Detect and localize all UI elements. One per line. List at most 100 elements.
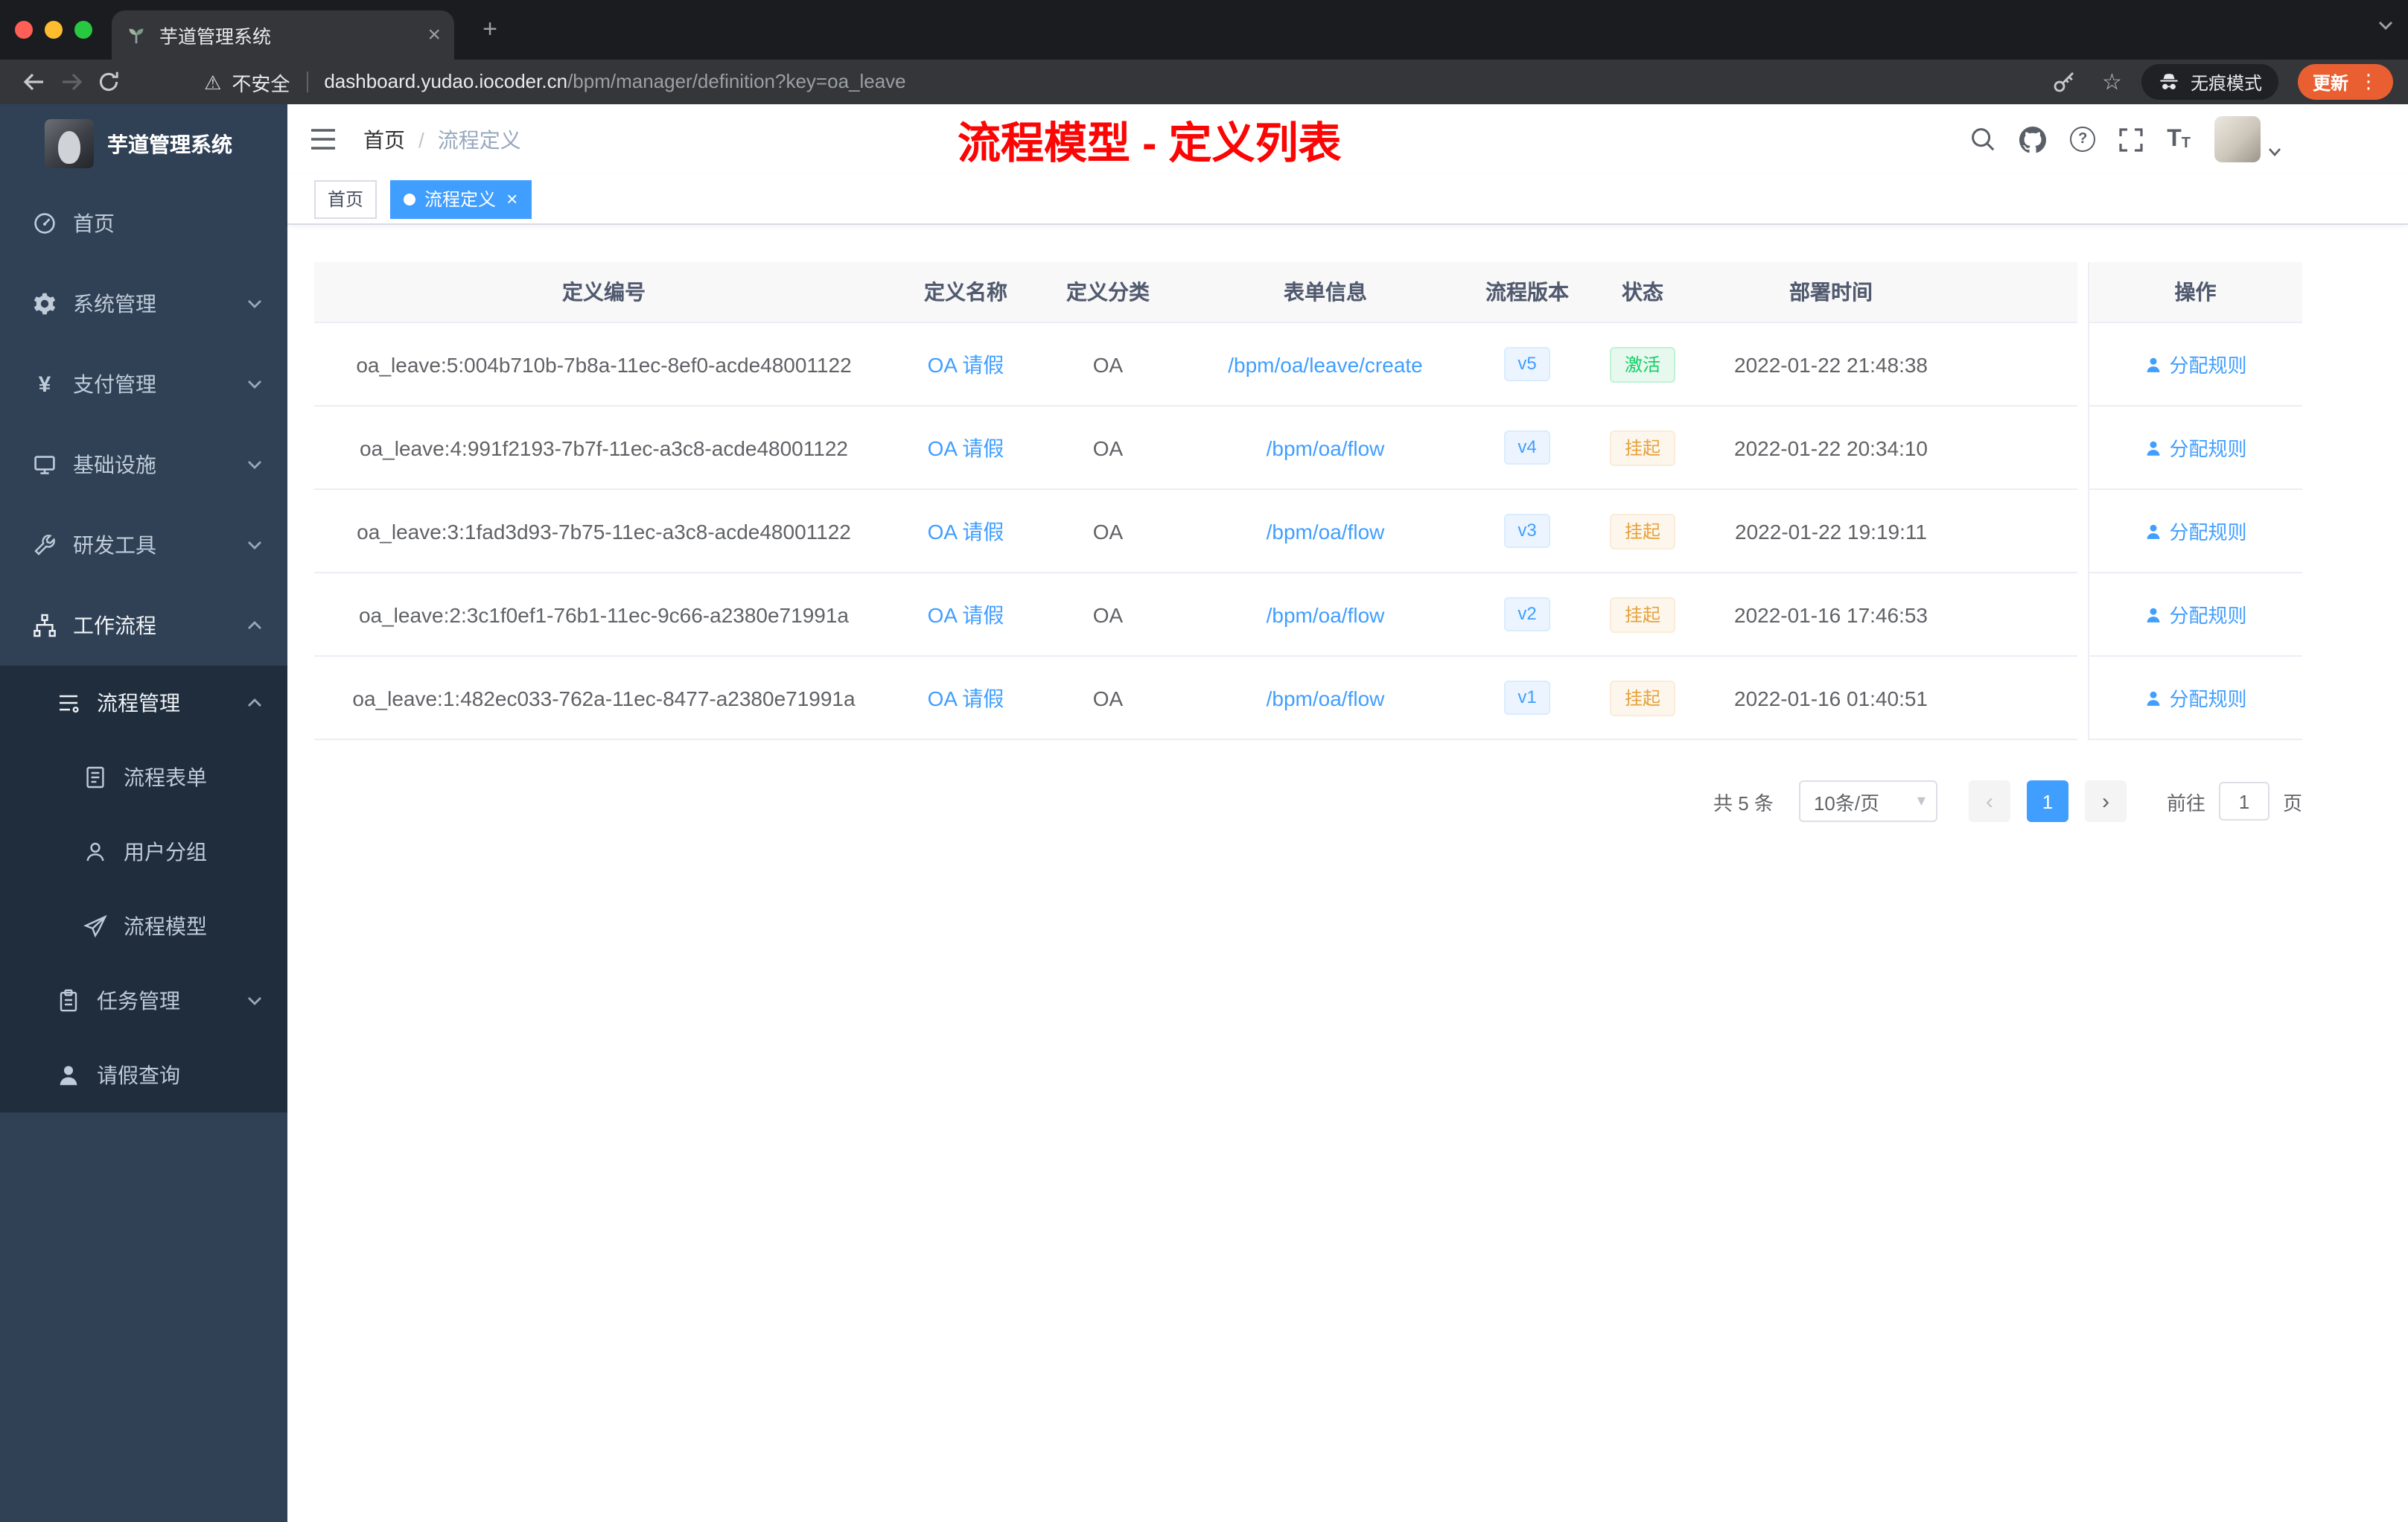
help-icon[interactable]: ? <box>2070 127 2096 152</box>
assign-rule-button[interactable]: 分配规则 <box>2144 350 2247 378</box>
tag-home[interactable]: 首页 <box>314 179 378 218</box>
breadcrumb-home[interactable]: 首页 <box>363 124 405 154</box>
sidebar-item-leave-query[interactable]: 请假查询 <box>0 1038 287 1112</box>
bookmark-star-icon[interactable]: ☆ <box>2102 71 2122 93</box>
form-link[interactable]: /bpm/oa/leave/create <box>1228 352 1423 376</box>
sidebar-item-task-management[interactable]: 任务管理 <box>0 964 287 1038</box>
cell-category: OA <box>1038 656 1178 740</box>
sidebar: 芋道管理系统 首页 系统管理 ¥ 支付管理 基础设施 研发工具 工作流程 流程管… <box>0 104 287 1522</box>
next-page-button[interactable]: › <box>2084 780 2127 822</box>
table-row: oa_leave:5:004b710b-7b8a-11ec-8ef0-acde4… <box>314 322 2302 407</box>
current-page-button[interactable]: 1 <box>2026 780 2068 822</box>
version-badge: v3 <box>1504 514 1550 548</box>
hamburger-icon[interactable] <box>310 128 337 150</box>
person-icon <box>2146 440 2160 455</box>
url-separator <box>306 71 308 92</box>
breadcrumb-current: 流程定义 <box>437 127 521 151</box>
prev-page-button[interactable]: ‹ <box>1968 780 2010 822</box>
font-size-small-glyph: T <box>2181 135 2191 151</box>
sidebar-item-process-model[interactable]: 流程模型 <box>0 889 287 964</box>
forward-button[interactable] <box>52 64 89 100</box>
tab-close-icon[interactable]: × <box>427 24 441 46</box>
gear-icon <box>34 293 56 315</box>
sidebar-item-payment[interactable]: ¥ 支付管理 <box>0 344 287 424</box>
incognito-icon <box>2160 73 2178 89</box>
new-tab-button[interactable]: + <box>474 13 506 46</box>
clipboard-icon <box>60 989 77 1012</box>
search-icon[interactable] <box>1970 127 1995 152</box>
page-size-value: 10条/页 <box>1813 792 1880 814</box>
goto-page-input[interactable] <box>2218 782 2270 821</box>
cell-deploy-time: 2022-01-16 17:46:53 <box>1704 573 1958 657</box>
update-chip[interactable]: 更新 ⋮ <box>2297 64 2393 100</box>
assign-rule-button[interactable]: 分配规则 <box>2144 517 2247 545</box>
definition-name-link[interactable]: OA 请假 <box>928 436 1004 459</box>
page-size-select[interactable]: 10条/页 ▾ <box>1798 780 1937 822</box>
cell-id: oa_leave:4:991f2193-7b7f-11ec-a3c8-acde4… <box>314 406 894 490</box>
status-badge: 激活 <box>1609 346 1675 382</box>
page-content: 定义编号 定义名称 定义分类 表单信息 流程版本 状态 部署时间 操作 oa_l… <box>287 225 2408 1522</box>
assign-rule-button[interactable]: 分配规则 <box>2144 600 2247 628</box>
avatar[interactable] <box>2214 116 2261 162</box>
key-icon[interactable] <box>2045 64 2083 100</box>
tag-label: 流程定义 <box>424 189 497 210</box>
fullscreen-icon[interactable] <box>2119 127 2143 151</box>
browser-toolbar: ⚠ 不安全 dashboard.yudao.iocoder.cn/bpm/man… <box>0 60 2408 104</box>
tag-close-icon[interactable]: × <box>506 189 517 208</box>
window-chevron-icon[interactable] <box>2377 19 2395 31</box>
assign-rule-button[interactable]: 分配规则 <box>2144 684 2247 712</box>
cell-id: oa_leave:3:1fad3d93-7b75-11ec-a3c8-acde4… <box>314 489 894 573</box>
goto-page: 前往 页 <box>2167 782 2302 821</box>
form-link[interactable]: /bpm/oa/flow <box>1267 436 1385 459</box>
navbar-actions: ? TT <box>1970 116 2386 162</box>
browser-tab[interactable]: 芋道管理系统 × <box>112 10 454 60</box>
chevron-down-icon <box>248 997 261 1005</box>
form-link[interactable]: /bpm/oa/flow <box>1267 686 1385 710</box>
github-icon[interactable] <box>2019 126 2047 153</box>
reload-button[interactable] <box>89 64 127 100</box>
cell-spacer <box>1958 406 2077 490</box>
assign-rule-button[interactable]: 分配规则 <box>2144 433 2247 462</box>
cell-spacer <box>1958 322 2077 407</box>
sidebar-submenu-workflow: 流程管理 流程表单 用户分组 流程模型 任务管理 请假查询 <box>0 666 287 1112</box>
zoom-window-button[interactable] <box>74 21 92 39</box>
back-button[interactable] <box>15 64 52 100</box>
url-text[interactable]: dashboard.yudao.iocoder.cn/bpm/manager/d… <box>324 69 905 95</box>
sidebar-item-process-form[interactable]: 流程表单 <box>0 740 287 815</box>
fixed-column-gap <box>2077 262 2088 322</box>
tag-process-definition[interactable]: 流程定义 × <box>390 179 532 218</box>
sidebar-item-label: 流程表单 <box>124 765 207 789</box>
form-link[interactable]: /bpm/oa/flow <box>1267 519 1385 543</box>
sidebar-logo-row[interactable]: 芋道管理系统 <box>0 104 287 183</box>
sidebar-item-workflow[interactable]: 工作流程 <box>0 585 287 666</box>
tags-view-bar: 首页 流程定义 × <box>287 174 2408 225</box>
sidebar-item-system[interactable]: 系统管理 <box>0 264 287 344</box>
form-link[interactable]: /bpm/oa/flow <box>1267 602 1385 626</box>
sidebar-item-devtools[interactable]: 研发工具 <box>0 505 287 585</box>
send-icon <box>83 914 107 938</box>
definition-name-link[interactable]: OA 请假 <box>928 519 1004 543</box>
sidebar-item-infrastructure[interactable]: 基础设施 <box>0 424 287 505</box>
close-window-button[interactable] <box>15 21 33 39</box>
sidebar-item-label: 用户分组 <box>124 840 207 864</box>
font-size-icon[interactable]: TT <box>2167 127 2191 151</box>
cell-spacer <box>1958 573 2077 657</box>
url-host: dashboard.yudao.iocoder.cn <box>324 70 568 92</box>
dashboard-icon <box>34 213 55 234</box>
app-frame: 芋道管理系统 首页 系统管理 ¥ 支付管理 基础设施 研发工具 工作流程 流程管… <box>0 104 2408 1522</box>
column-header-status: 状态 <box>1582 262 1704 323</box>
definition-name-link[interactable]: OA 请假 <box>928 686 1004 710</box>
definition-name-link[interactable]: OA 请假 <box>928 352 1004 376</box>
user-menu[interactable] <box>2214 116 2281 162</box>
minimize-window-button[interactable] <box>45 21 63 39</box>
chevron-up-icon <box>248 621 261 629</box>
breadcrumb-separator: / <box>418 127 424 151</box>
sidebar-item-process-management[interactable]: 流程管理 <box>0 666 287 740</box>
sidebar-item-user-group[interactable]: 用户分组 <box>0 815 287 889</box>
address-bar[interactable]: ⚠ 不安全 dashboard.yudao.iocoder.cn/bpm/man… <box>204 68 2045 96</box>
assign-rule-label: 分配规则 <box>2169 521 2247 544</box>
definition-name-link[interactable]: OA 请假 <box>928 602 1004 626</box>
sidebar-item-home[interactable]: 首页 <box>0 183 287 264</box>
browser-menu-icon[interactable]: ⋮ <box>2359 70 2378 94</box>
column-header-version: 流程版本 <box>1473 262 1582 323</box>
